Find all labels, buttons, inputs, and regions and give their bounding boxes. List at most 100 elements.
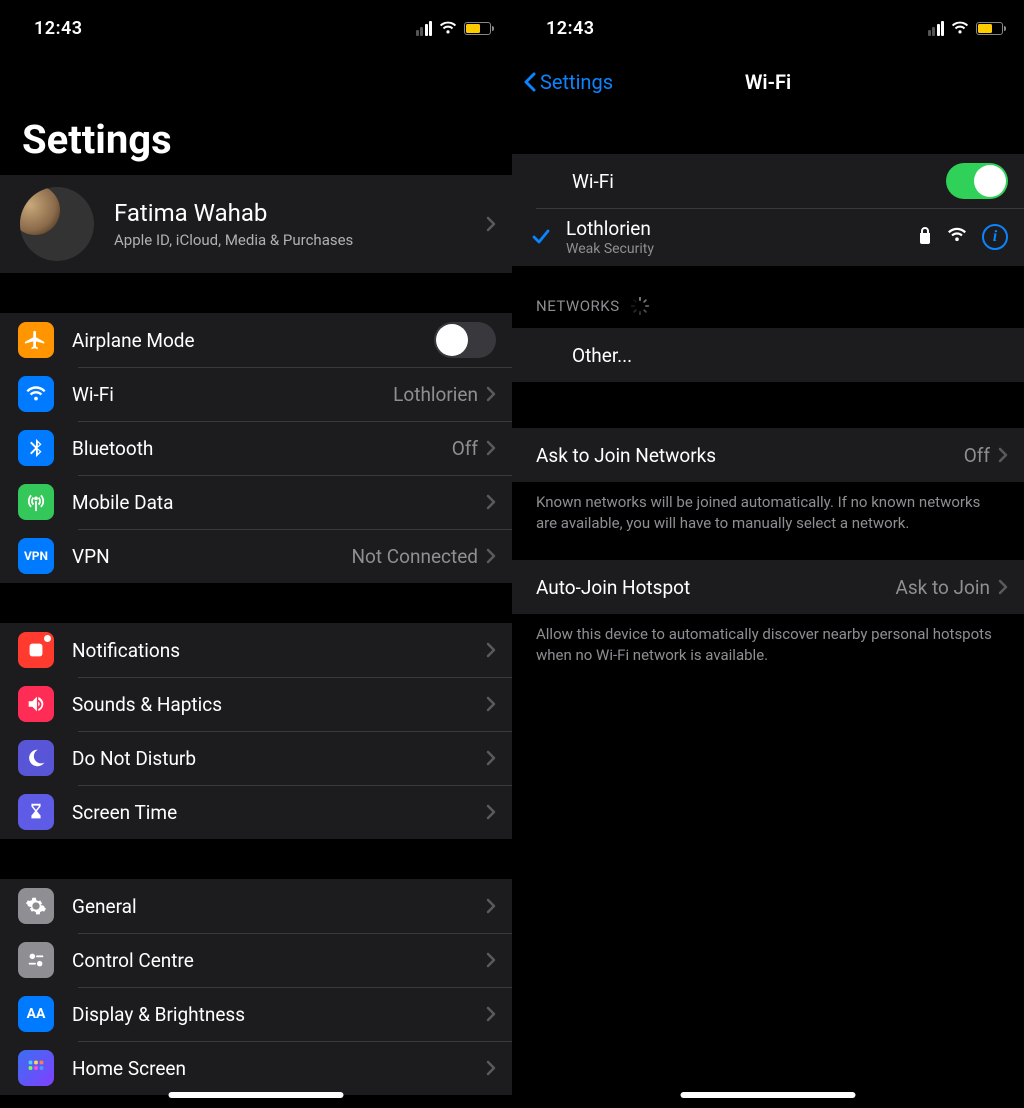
- profile-name: Fatima Wahab: [114, 199, 486, 227]
- cell-label: Auto-Join Hotspot: [536, 576, 895, 599]
- other-network-cell[interactable]: Other...: [512, 328, 1024, 382]
- cellular-signal-icon: [416, 21, 433, 36]
- chevron-right-icon: [486, 386, 496, 402]
- chevron-right-icon: [486, 440, 496, 456]
- lock-icon: [918, 226, 932, 248]
- cell-value: Off: [964, 444, 990, 467]
- airplane-icon: [18, 322, 54, 358]
- alerts-group: Notifications Sounds & Haptics Do Not Di…: [0, 623, 512, 839]
- cell-label: Other...: [572, 344, 1008, 367]
- auto-hotspot-cell[interactable]: Auto-Join Hotspot Ask to Join: [512, 560, 1024, 614]
- ask-join-footer: Known networks will be joined automatica…: [512, 482, 1024, 534]
- general-cell[interactable]: General: [0, 879, 512, 933]
- status-icons: [928, 21, 1007, 36]
- cell-value: Not Connected: [351, 545, 478, 568]
- networks-group: Other...: [512, 328, 1024, 382]
- dnd-cell[interactable]: Do Not Disturb: [0, 731, 512, 785]
- mobile-data-cell[interactable]: Mobile Data: [0, 475, 512, 529]
- chevron-right-icon: [998, 579, 1008, 595]
- chevron-right-icon: [486, 1006, 496, 1022]
- sounds-cell[interactable]: Sounds & Haptics: [0, 677, 512, 731]
- airplane-mode-cell[interactable]: Airplane Mode: [0, 313, 512, 367]
- ask-join-group: Ask to Join Networks Off: [512, 428, 1024, 482]
- wifi-strength-icon: [946, 227, 968, 247]
- wifi-settings-screen: 12:43 Settings Wi-Fi Wi-Fi: [512, 0, 1024, 1108]
- network-name: Lothlorien: [566, 217, 918, 240]
- airplane-toggle[interactable]: [434, 322, 496, 358]
- cell-label: Wi-Fi: [72, 383, 393, 406]
- cell-value: Off: [452, 437, 478, 460]
- sliders-icon: [18, 942, 54, 978]
- wifi-toggle-group: Wi-Fi Lothlorien Weak Security i: [512, 154, 1024, 266]
- chevron-right-icon: [998, 447, 1008, 463]
- profile-group: Fatima Wahab Apple ID, iCloud, Media & P…: [0, 175, 512, 273]
- wifi-status-icon: [438, 21, 458, 35]
- cell-label: Notifications: [72, 639, 486, 662]
- chevron-right-icon: [486, 696, 496, 712]
- chevron-right-icon: [486, 952, 496, 968]
- auto-hotspot-group: Auto-Join Hotspot Ask to Join: [512, 560, 1024, 614]
- home-indicator[interactable]: [681, 1092, 856, 1098]
- screentime-cell[interactable]: Screen Time: [0, 785, 512, 839]
- battery-icon: [464, 22, 494, 35]
- moon-icon: [18, 740, 54, 776]
- vpn-icon: VPN: [18, 538, 54, 574]
- chevron-right-icon: [486, 216, 496, 232]
- cell-label: VPN: [72, 545, 351, 568]
- gear-icon: [18, 888, 54, 924]
- connectivity-group: Airplane Mode Wi-Fi Lothlorien Bluetooth…: [0, 313, 512, 583]
- wifi-toggle-cell[interactable]: Wi-Fi: [512, 154, 1024, 208]
- wifi-status-icon: [950, 21, 970, 35]
- display-cell[interactable]: AA Display & Brightness: [0, 987, 512, 1041]
- cell-label: Airplane Mode: [72, 329, 434, 352]
- bluetooth-cell[interactable]: Bluetooth Off: [0, 421, 512, 475]
- auto-hotspot-footer: Allow this device to automatically disco…: [512, 614, 1024, 666]
- cell-label: Wi-Fi: [572, 170, 946, 193]
- grid-icon: [18, 1050, 54, 1086]
- text-size-icon: AA: [18, 996, 54, 1032]
- chevron-right-icon: [486, 548, 496, 564]
- settings-root-screen: 12:43 Settings Fatima Wahab Apple ID, iC…: [0, 0, 512, 1108]
- notifications-icon: [18, 632, 54, 668]
- cell-label: Sounds & Haptics: [72, 693, 486, 716]
- notifications-cell[interactable]: Notifications: [0, 623, 512, 677]
- ask-join-cell[interactable]: Ask to Join Networks Off: [512, 428, 1024, 482]
- avatar: [20, 187, 94, 261]
- battery-icon: [976, 22, 1006, 35]
- control-centre-cell[interactable]: Control Centre: [0, 933, 512, 987]
- status-time: 12:43: [34, 18, 83, 39]
- profile-subtitle: Apple ID, iCloud, Media & Purchases: [114, 231, 486, 249]
- spinner-icon: [630, 296, 650, 316]
- speaker-icon: [18, 686, 54, 722]
- wifi-icon: [18, 376, 54, 412]
- cell-label: General: [72, 895, 486, 918]
- home-indicator[interactable]: [169, 1092, 344, 1098]
- apple-id-cell[interactable]: Fatima Wahab Apple ID, iCloud, Media & P…: [0, 175, 512, 273]
- chevron-right-icon: [486, 1060, 496, 1076]
- cell-label: Bluetooth: [72, 437, 452, 460]
- cell-label: Home Screen: [72, 1057, 486, 1080]
- network-security: Weak Security: [566, 241, 918, 257]
- hourglass-icon: [18, 794, 54, 830]
- status-bar: 12:43: [512, 0, 1024, 56]
- connected-network-cell[interactable]: Lothlorien Weak Security i: [512, 208, 1024, 266]
- back-label: Settings: [540, 70, 613, 94]
- bluetooth-icon: [18, 430, 54, 466]
- antenna-icon: [18, 484, 54, 520]
- cell-label: Ask to Join Networks: [536, 444, 964, 467]
- cell-label: Control Centre: [72, 949, 486, 972]
- back-button[interactable]: Settings: [522, 70, 613, 94]
- info-icon[interactable]: i: [982, 224, 1008, 250]
- home-screen-cell[interactable]: Home Screen: [0, 1041, 512, 1095]
- chevron-right-icon: [486, 494, 496, 510]
- cell-label: Screen Time: [72, 801, 486, 824]
- wifi-toggle[interactable]: [946, 163, 1008, 199]
- status-time: 12:43: [546, 18, 595, 39]
- status-icons: [416, 21, 495, 36]
- cell-value: Lothlorien: [393, 383, 478, 406]
- system-group: General Control Centre AA Display & Brig…: [0, 879, 512, 1095]
- wifi-cell[interactable]: Wi-Fi Lothlorien: [0, 367, 512, 421]
- vpn-cell[interactable]: VPN VPN Not Connected: [0, 529, 512, 583]
- cell-label: Mobile Data: [72, 491, 486, 514]
- nav-bar: Settings Wi-Fi: [512, 56, 1024, 108]
